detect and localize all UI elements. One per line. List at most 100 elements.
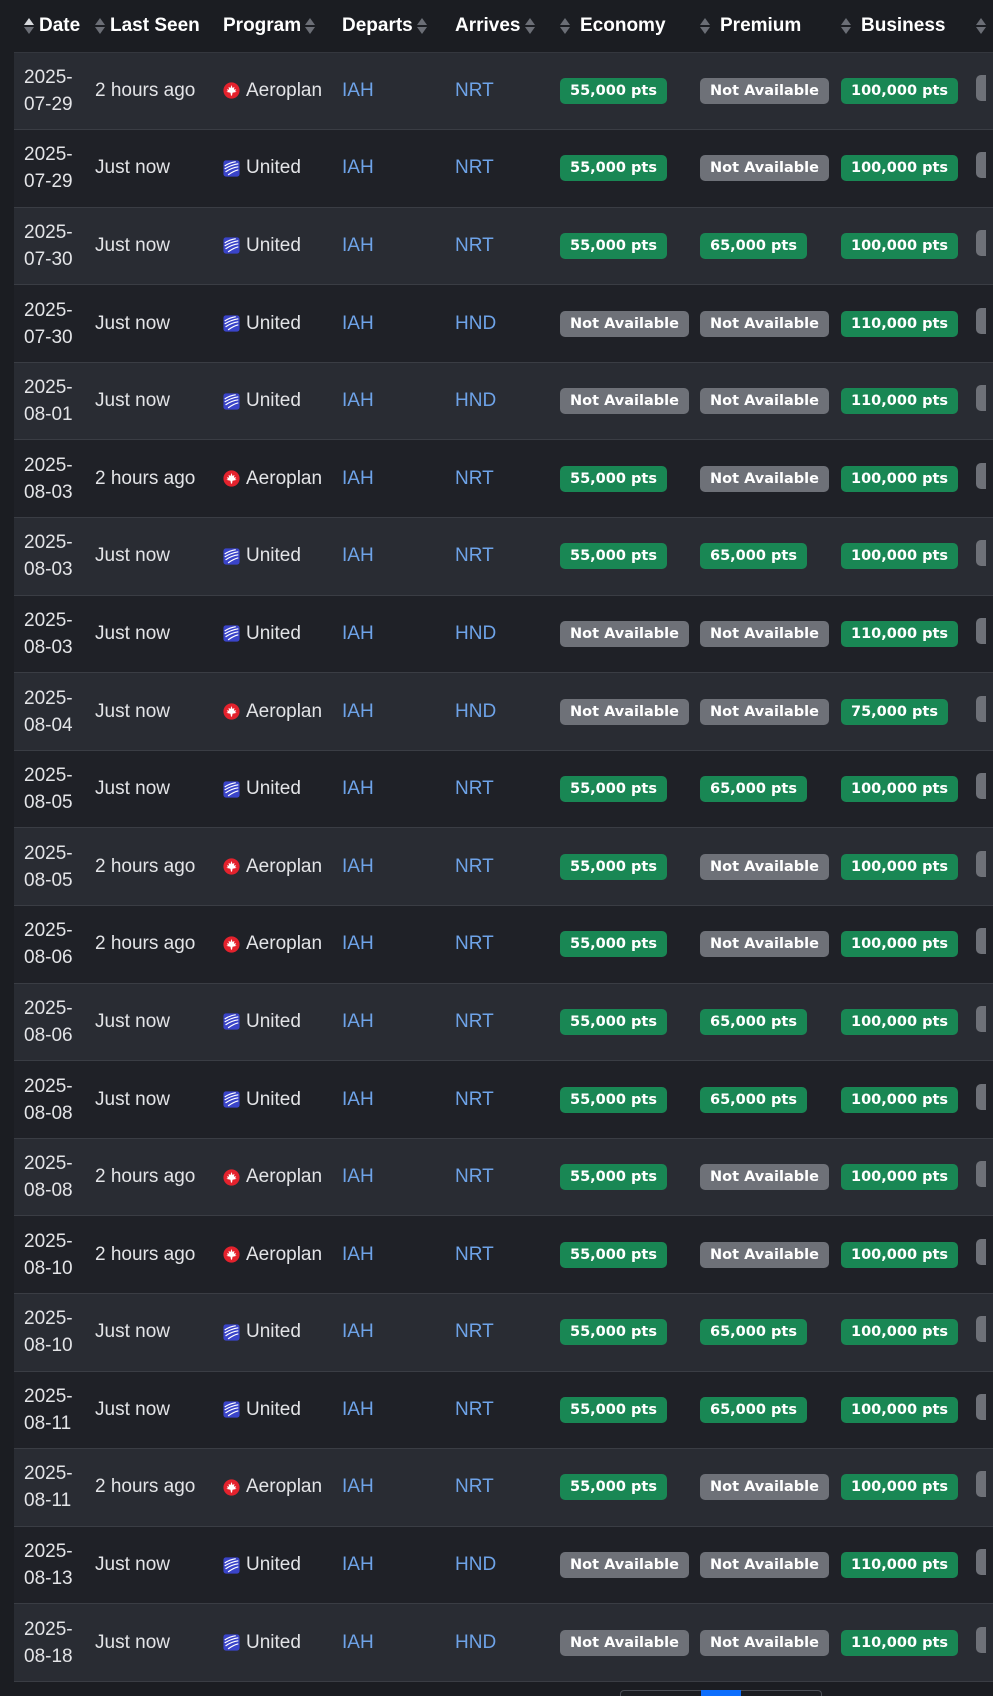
business-award-badge[interactable]: 100,000 pts bbox=[841, 77, 959, 104]
economy-award-badge[interactable]: 55,000 pts bbox=[560, 465, 667, 492]
column-header-last-seen[interactable]: Last Seen bbox=[95, 0, 223, 53]
table-row[interactable]: 2025- 08-05 2 hours ago Aeroplan IAH NRT… bbox=[14, 827, 993, 907]
departs-airport-link[interactable]: IAH bbox=[342, 235, 374, 256]
arrives-airport-link[interactable]: NRT bbox=[455, 1476, 494, 1497]
business-award-badge[interactable]: 110,000 pts bbox=[841, 1552, 959, 1579]
premium-award-badge[interactable]: 65,000 pts bbox=[700, 1396, 807, 1423]
table-row[interactable]: 2025- 08-06 2 hours ago Aeroplan IAH NRT… bbox=[14, 905, 993, 984]
economy-award-badge[interactable]: 55,000 pts bbox=[560, 77, 667, 104]
first-award-badge[interactable] bbox=[976, 1316, 986, 1343]
arrives-airport-link[interactable]: NRT bbox=[455, 235, 494, 256]
business-award-badge[interactable]: 100,000 pts bbox=[841, 776, 959, 803]
departs-airport-link[interactable]: IAH bbox=[342, 1399, 374, 1420]
premium-award-badge[interactable]: Not Available bbox=[700, 1552, 829, 1579]
first-award-badge[interactable] bbox=[976, 152, 986, 179]
departs-airport-link[interactable]: IAH bbox=[342, 623, 374, 644]
arrives-airport-link[interactable]: HND bbox=[455, 623, 496, 644]
table-row[interactable]: 2025- 08-04 Just now Aeroplan IAH HND No… bbox=[14, 672, 993, 751]
departs-airport-link[interactable]: IAH bbox=[342, 468, 374, 489]
premium-award-badge[interactable]: Not Available bbox=[700, 853, 829, 880]
arrives-airport-link[interactable]: NRT bbox=[455, 157, 494, 178]
business-award-badge[interactable]: 100,000 pts bbox=[841, 1241, 959, 1268]
arrives-airport-link[interactable]: HND bbox=[455, 390, 496, 411]
arrives-airport-link[interactable]: NRT bbox=[455, 933, 494, 954]
first-award-badge[interactable] bbox=[976, 617, 986, 644]
table-row[interactable]: 2025- 08-08 Just now United IAH NRT 55,0… bbox=[14, 1060, 993, 1139]
economy-award-badge[interactable]: Not Available bbox=[560, 1552, 689, 1579]
column-header-arrives[interactable]: Arrives bbox=[455, 0, 560, 53]
first-award-badge[interactable] bbox=[976, 1083, 986, 1110]
economy-award-badge[interactable]: 55,000 pts bbox=[560, 1008, 667, 1035]
table-row[interactable]: 2025- 08-10 2 hours ago Aeroplan IAH NRT… bbox=[14, 1215, 993, 1294]
business-award-badge[interactable]: 100,000 pts bbox=[841, 1319, 959, 1346]
arrives-airport-link[interactable]: NRT bbox=[455, 1321, 494, 1342]
table-row[interactable]: 2025- 08-05 Just now United IAH NRT 55,0… bbox=[14, 750, 993, 829]
economy-award-badge[interactable]: 55,000 pts bbox=[560, 232, 667, 259]
departs-airport-link[interactable]: IAH bbox=[342, 1166, 374, 1187]
economy-award-badge[interactable]: Not Available bbox=[560, 620, 689, 647]
pagination-active-page[interactable] bbox=[701, 1690, 741, 1696]
arrives-airport-link[interactable]: NRT bbox=[455, 1399, 494, 1420]
economy-award-badge[interactable]: 55,000 pts bbox=[560, 155, 667, 182]
table-row[interactable]: 2025- 07-29 Just now United IAH NRT 55,0… bbox=[14, 129, 993, 208]
departs-airport-link[interactable]: IAH bbox=[342, 80, 374, 101]
premium-award-badge[interactable]: 65,000 pts bbox=[700, 1319, 807, 1346]
economy-award-badge[interactable]: Not Available bbox=[560, 310, 689, 337]
premium-award-badge[interactable]: 65,000 pts bbox=[700, 1008, 807, 1035]
business-award-badge[interactable]: 110,000 pts bbox=[841, 620, 959, 647]
departs-airport-link[interactable]: IAH bbox=[342, 1089, 374, 1110]
departs-airport-link[interactable]: IAH bbox=[342, 856, 374, 877]
economy-award-badge[interactable]: 55,000 pts bbox=[560, 1164, 667, 1191]
economy-award-badge[interactable]: Not Available bbox=[560, 698, 689, 725]
economy-award-badge[interactable]: 55,000 pts bbox=[560, 1241, 667, 1268]
business-award-badge[interactable]: 75,000 pts bbox=[841, 698, 948, 725]
business-award-badge[interactable]: 100,000 pts bbox=[841, 465, 959, 492]
departs-airport-link[interactable]: IAH bbox=[342, 701, 374, 722]
table-row[interactable]: 2025- 08-11 Just now United IAH NRT 55,0… bbox=[14, 1371, 993, 1450]
premium-award-badge[interactable]: Not Available bbox=[700, 1241, 829, 1268]
column-header-next[interactable] bbox=[976, 0, 993, 53]
first-award-badge[interactable] bbox=[976, 229, 986, 256]
arrives-airport-link[interactable]: NRT bbox=[455, 468, 494, 489]
first-award-badge[interactable] bbox=[976, 1471, 986, 1498]
table-row[interactable]: 2025- 07-29 2 hours ago Aeroplan IAH NRT… bbox=[14, 52, 993, 131]
economy-award-badge[interactable]: 55,000 pts bbox=[560, 776, 667, 803]
business-award-badge[interactable]: 100,000 pts bbox=[841, 1164, 959, 1191]
arrives-airport-link[interactable]: NRT bbox=[455, 1011, 494, 1032]
first-award-badge[interactable] bbox=[976, 74, 986, 101]
first-award-badge[interactable] bbox=[976, 773, 986, 800]
arrives-airport-link[interactable]: NRT bbox=[455, 545, 494, 566]
economy-award-badge[interactable]: 55,000 pts bbox=[560, 1396, 667, 1423]
table-row[interactable]: 2025- 08-13 Just now United IAH HND Not … bbox=[14, 1526, 993, 1605]
table-row[interactable]: 2025- 07-30 Just now United IAH NRT 55,0… bbox=[14, 207, 993, 286]
premium-award-badge[interactable]: Not Available bbox=[700, 1474, 829, 1501]
first-award-badge[interactable] bbox=[976, 695, 986, 722]
premium-award-badge[interactable]: Not Available bbox=[700, 1164, 829, 1191]
table-row[interactable]: 2025- 08-03 Just now United IAH HND Not … bbox=[14, 595, 993, 674]
business-award-badge[interactable]: 100,000 pts bbox=[841, 232, 959, 259]
first-award-badge[interactable] bbox=[976, 385, 986, 412]
departs-airport-link[interactable]: IAH bbox=[342, 933, 374, 954]
departs-airport-link[interactable]: IAH bbox=[342, 1554, 374, 1575]
arrives-airport-link[interactable]: HND bbox=[455, 1554, 496, 1575]
premium-award-badge[interactable]: Not Available bbox=[700, 620, 829, 647]
table-row[interactable]: 2025- 08-01 Just now United IAH HND Not … bbox=[14, 362, 993, 441]
premium-award-badge[interactable]: Not Available bbox=[700, 388, 829, 415]
premium-award-badge[interactable]: 65,000 pts bbox=[700, 543, 807, 570]
first-award-badge[interactable] bbox=[976, 307, 986, 334]
arrives-airport-link[interactable]: NRT bbox=[455, 1244, 494, 1265]
first-award-badge[interactable] bbox=[976, 1626, 986, 1653]
economy-award-badge[interactable]: 55,000 pts bbox=[560, 543, 667, 570]
departs-airport-link[interactable]: IAH bbox=[342, 545, 374, 566]
first-award-badge[interactable] bbox=[976, 1549, 986, 1576]
column-header-departs[interactable]: Departs bbox=[342, 0, 455, 53]
first-award-badge[interactable] bbox=[976, 1005, 986, 1032]
table-row[interactable]: 2025- 08-10 Just now United IAH NRT 55,0… bbox=[14, 1293, 993, 1372]
premium-award-badge[interactable]: 65,000 pts bbox=[700, 1086, 807, 1113]
arrives-airport-link[interactable]: NRT bbox=[455, 80, 494, 101]
arrives-airport-link[interactable]: NRT bbox=[455, 1089, 494, 1110]
table-row[interactable]: 2025- 08-08 2 hours ago Aeroplan IAH NRT… bbox=[14, 1138, 993, 1217]
business-award-badge[interactable]: 100,000 pts bbox=[841, 155, 959, 182]
business-award-badge[interactable]: 110,000 pts bbox=[841, 388, 959, 415]
economy-award-badge[interactable]: Not Available bbox=[560, 1629, 689, 1656]
